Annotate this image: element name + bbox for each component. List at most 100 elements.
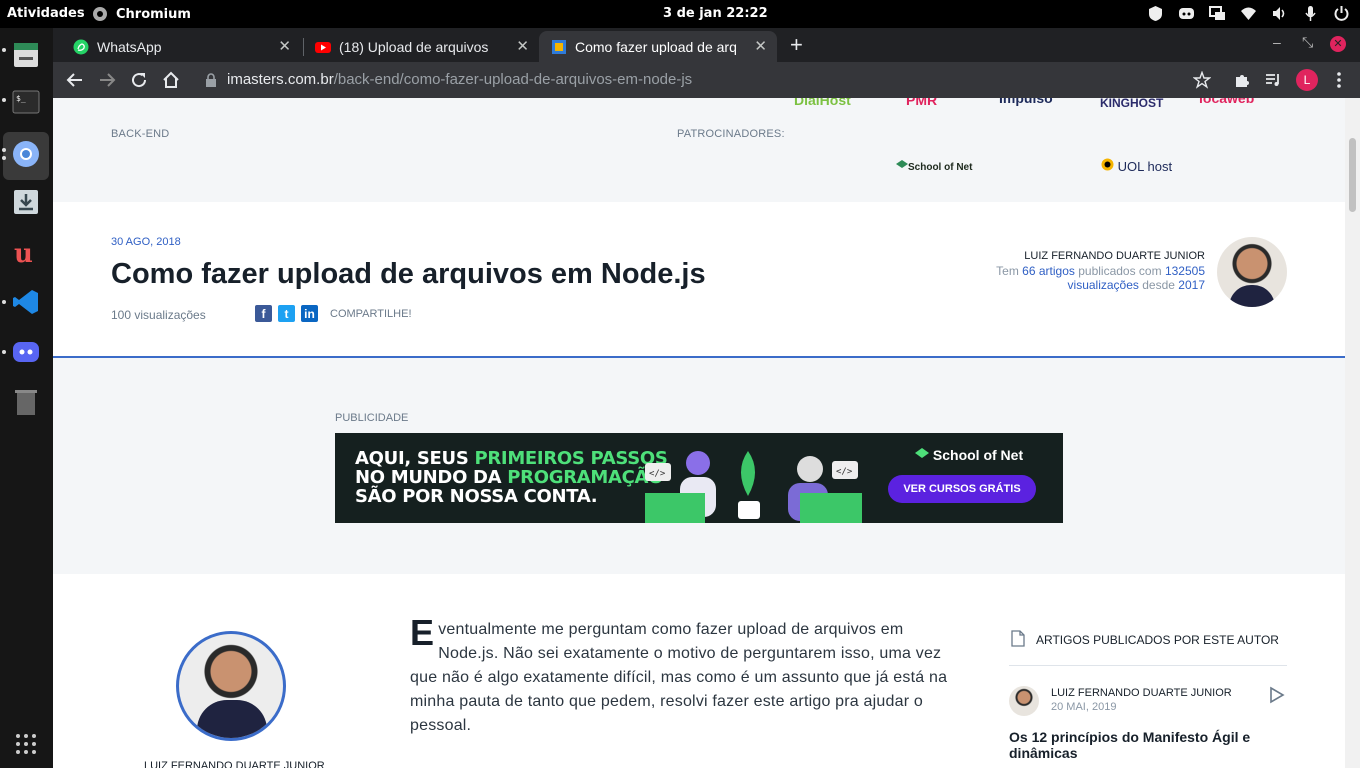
view-count: 100 visualizações [111,308,206,322]
ad-headline: AQUI, SEUS PRIMEIROS PASSOS NO MUNDO DA … [355,449,668,506]
svg-text:</>: </> [836,467,853,477]
dock: $_ u [0,28,53,768]
home-button[interactable] [159,68,183,92]
chromium-icon [93,7,107,21]
trash-icon[interactable] [8,384,44,420]
page-viewport[interactable]: DialHost PMR Impulso KINGHOST locaweb BA… [53,98,1360,768]
forward-button[interactable] [95,68,119,92]
tab-youtube[interactable]: (18) Upload de arquivos ✕ [303,31,539,62]
sponsor-pmr[interactable]: PMR [906,98,937,108]
activities-button[interactable]: Atividades [7,6,85,21]
scrollbar-thumb[interactable] [1349,138,1356,212]
profile-avatar[interactable]: L [1296,69,1318,91]
site-header: DialHost PMR Impulso KINGHOST locaweb BA… [53,98,1345,202]
tab-imasters[interactable]: Como fazer upload de arq ✕ [539,31,777,62]
article-body: Eventualmente me perguntam como fazer up… [410,615,956,738]
discord-dock-icon[interactable] [8,334,44,370]
article-paragraph: ventualmente me perguntam como fazer upl… [410,621,948,734]
ad-banner[interactable]: AQUI, SEUS PRIMEIROS PASSOS NO MUNDO DA … [335,433,1063,523]
media-controls-icon[interactable] [1261,68,1285,92]
address-bar[interactable]: imasters.com.br/back-end/como-fazer-uplo… [227,71,692,88]
show-apps-icon[interactable] [8,726,44,762]
app-menu-label: Chromium [116,6,191,22]
reload-button[interactable] [127,68,151,92]
system-top-bar: Atividades Chromium 3 de jan 22:22 [0,0,1360,28]
menu-kebab-icon[interactable] [1327,68,1351,92]
vscode-icon[interactable] [8,284,44,320]
play-icon[interactable] [1269,686,1285,704]
svg-text:$_: $_ [16,94,26,103]
minimize-button[interactable]: – [1273,34,1281,50]
terminal-icon[interactable]: $_ [8,84,44,120]
svg-text:u: u [14,239,33,267]
sponsor-uol-host[interactable]: UOL host [1101,158,1172,174]
article-body-section: LUIZ FERNANDO DUARTE JUNIOR Eventualment… [53,574,1345,768]
facebook-icon[interactable]: f [255,305,272,322]
ad-text: AQUI, SEUS [355,448,475,469]
downloads-icon[interactable] [8,184,44,220]
bookmark-star-icon[interactable] [1190,68,1214,92]
close-icon[interactable]: ✕ [278,37,291,55]
sponsor-school-of-net[interactable]: School of Net [896,160,972,173]
imasters-favicon-icon [552,39,566,54]
sidebar-author-name[interactable]: LUIZ FERNANDO DUARTE JUNIOR [1051,687,1232,699]
url-path: /back-end/como-fazer-upload-de-arquivos-… [333,71,693,88]
share-buttons: f t in [255,305,318,322]
graduation-cap-icon [915,448,929,458]
whatsapp-icon [73,39,89,54]
sponsor-locaweb[interactable]: locaweb [1199,98,1254,106]
restore-button[interactable]: ⤡ [1302,34,1313,51]
new-tab-button[interactable]: + [790,32,803,58]
page-title: Como fazer upload de arquivos em Node.js [111,258,706,290]
views-label: visualizações [1067,278,1139,292]
running-indicator [2,48,6,52]
sponsor-impulso[interactable]: Impulso [999,98,1053,106]
power-icon[interactable] [1333,5,1350,22]
app-menu[interactable]: Chromium [92,6,191,22]
wifi-icon[interactable] [1240,5,1257,22]
tab-label: (18) Upload de arquivos [339,38,489,55]
volume-icon[interactable] [1271,5,1288,22]
extensions-icon[interactable] [1230,68,1254,92]
ad-brand-label: School of Net [932,447,1024,463]
sidebar-article-date: 20 MAI, 2019 [1051,701,1117,713]
avatar[interactable] [1217,237,1287,307]
svg-text:</>: </> [649,469,666,479]
chromium-dock-icon[interactable] [8,136,44,172]
category-label[interactable]: BACK-END [111,128,169,140]
author-name[interactable]: LUIZ FERNANDO DUARTE JUNIOR [1024,250,1205,262]
system-tray[interactable] [1147,5,1350,22]
ad-brand: School of Net [915,447,1023,463]
sidebar-article-link[interactable]: Os 12 princípios do Manifesto Ágil e din… [1009,729,1279,761]
linkedin-icon[interactable]: in [301,305,318,322]
page-scrollbar[interactable] [1345,98,1360,768]
sponsor-dialhost[interactable]: DialHost [794,98,851,108]
ad-section: PUBLICIDADE AQUI, SEUS PRIMEIROS PASSOS … [53,360,1345,574]
shield-icon[interactable] [1147,5,1164,22]
clock[interactable]: 3 de jan 22:22 [663,6,768,21]
lock-icon[interactable] [199,68,223,92]
close-icon[interactable]: ✕ [516,37,529,55]
tab-whatsapp[interactable]: WhatsApp ✕ [61,31,301,62]
sponsor-kinghost[interactable]: KINGHOST [1100,98,1163,110]
running-indicator [2,156,6,160]
stats-text: publicados com [1078,264,1162,278]
since-year: 2017 [1178,278,1205,292]
ad-cta-button[interactable]: VER CURSOS GRÁTIS [888,475,1036,503]
graduation-cap-icon [896,160,908,168]
close-window-button[interactable]: ✕ [1330,36,1346,52]
close-icon[interactable]: ✕ [754,37,767,55]
ad-illustration: </> </> [645,451,862,523]
discord-tray-icon[interactable] [1178,5,1195,22]
notes-app-icon[interactable] [8,36,44,72]
articles-count-link[interactable]: 66 artigos [1022,264,1075,278]
back-button[interactable] [63,68,87,92]
display-icon[interactable] [1209,5,1226,22]
twitter-icon[interactable]: t [278,305,295,322]
avatar[interactable] [1009,686,1039,716]
author-name[interactable]: LUIZ FERNANDO DUARTE JUNIOR [144,760,325,768]
author-avatar[interactable] [176,631,286,741]
microphone-icon[interactable] [1302,5,1319,22]
author-stats: Tem 66 artigos publicados com 132505 vis… [945,264,1205,292]
udemy-icon[interactable]: u [8,234,44,270]
